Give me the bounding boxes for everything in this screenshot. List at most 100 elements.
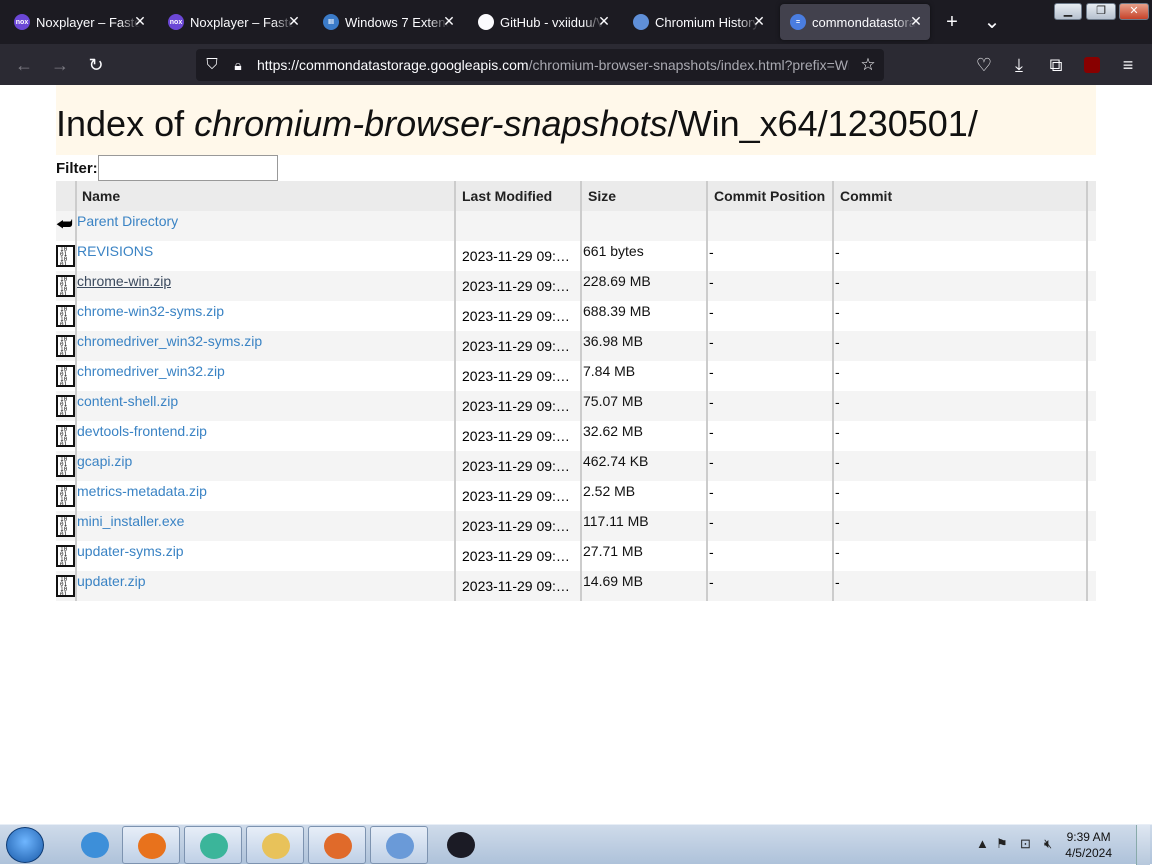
file-row: 10 01 10 01 chromedriver_win32.zip 2023-11… (56, 361, 1096, 391)
file-name-link[interactable]: mini_installer.exe (77, 511, 184, 541)
commit-position: - (709, 484, 714, 500)
column-divider (1086, 181, 1088, 601)
tab-close-icon[interactable]: ✕ (751, 13, 767, 30)
start-button[interactable] (6, 827, 44, 863)
back-icon[interactable]: ← (12, 53, 36, 77)
list-tabs-button[interactable]: ⌄ (978, 10, 1006, 34)
column-header-commit[interactable]: Commit (840, 181, 1090, 211)
taskbar-file-explorer-button[interactable] (246, 826, 304, 864)
file-size: 228.69 MB (583, 273, 651, 289)
file-size: 462.74 KB (583, 453, 649, 469)
binary-file-icon: 10 01 10 01 (56, 245, 75, 267)
tab-close-icon[interactable]: ✕ (286, 13, 302, 30)
url-bar[interactable]: ⛉ 🔒︎ https://commondatastorage.googleapi… (196, 49, 884, 81)
parent-directory-link[interactable]: Parent Directory (77, 211, 178, 241)
navigation-toolbar: ← → ↻ ⛉ 🔒︎ https://commondatastorage.goo… (0, 44, 1152, 85)
tab-3[interactable]: III Windows 7 Extended✕ (313, 4, 463, 40)
column-divider (454, 181, 456, 601)
taskbar-paint-button[interactable] (370, 826, 428, 864)
network-icon[interactable]: ⊡ (1020, 836, 1031, 852)
file-name-link[interactable]: devtools-frontend.zip (77, 421, 207, 451)
file-modified: 2023-11-29 09:… (462, 458, 570, 474)
show-desktop-button[interactable] (1136, 825, 1150, 865)
file-name-link[interactable]: chrome-win32-syms.zip (77, 301, 224, 331)
window-minimize-button[interactable]: ▁ (1054, 3, 1082, 20)
file-row: 10 01 10 01 chrome-win.zip 2023-11-29 09:…… (56, 271, 1096, 301)
file-modified: 2023-11-29 09:… (462, 338, 570, 354)
file-explorer-icon (262, 833, 290, 859)
taskbar-media-button[interactable] (308, 826, 366, 864)
tab-title: Noxplayer – Fastest (190, 14, 294, 30)
new-tab-button[interactable]: + (938, 10, 966, 34)
commit-position: - (709, 274, 714, 290)
tab-5[interactable]: Chromium History ✕ (623, 4, 773, 40)
tab-6[interactable]: = commondatastorage✕ (780, 4, 930, 40)
tab-close-icon[interactable]: ✕ (132, 13, 148, 30)
commit-position: - (709, 514, 714, 530)
menu-icon[interactable]: ≡ (1116, 53, 1140, 77)
window-close-button[interactable]: ✕ (1119, 3, 1149, 20)
file-row: 10 01 10 01 metrics-metadata.zip 2023-11-2… (56, 481, 1096, 511)
tab-close-icon[interactable]: ✕ (908, 13, 924, 30)
tab-1[interactable]: nox Noxplayer – Fastest✕ (4, 4, 154, 40)
taskbar-chat-button[interactable] (184, 826, 242, 864)
tab-4[interactable]: GitHub - vxiiduu/VxKex✕ (468, 4, 618, 40)
tab-close-icon[interactable]: ✕ (441, 13, 457, 30)
lock-icon[interactable]: 🔒︎ (226, 53, 250, 77)
commit-hash: - (835, 394, 840, 410)
page-title: Index of chromium-browser-snapshots/Win_… (56, 103, 978, 144)
file-name-link[interactable]: metrics-metadata.zip (77, 481, 207, 511)
taskbar-internet-explorer-button[interactable] (66, 826, 124, 864)
table-header-row: Name Last Modified Size Commit Position Comm… (56, 181, 1096, 211)
parent-directory-row[interactable]: ⮨ Parent Directory (56, 211, 1096, 241)
ublock-icon[interactable] (1080, 53, 1104, 77)
taskbar-firefox-button[interactable] (122, 826, 180, 864)
forward-icon[interactable]: → (48, 53, 72, 77)
file-name-link[interactable]: updater-syms.zip (77, 541, 184, 571)
binary-file-icon: 10 01 10 01 (56, 425, 75, 447)
file-size: 117.11 MB (583, 513, 649, 529)
window-restore-button[interactable]: ❐ (1086, 3, 1116, 20)
volume-muted-icon[interactable]: 🔇︎ (1044, 836, 1052, 852)
file-size: 661 bytes (583, 243, 644, 259)
file-name-link[interactable]: updater.zip (77, 571, 146, 601)
column-divider (832, 181, 834, 601)
tab-close-icon[interactable]: ✕ (596, 13, 612, 30)
filter-input[interactable] (97, 155, 278, 181)
binary-file-icon: 10 01 10 01 (56, 395, 75, 417)
file-name-link[interactable]: content-shell.zip (77, 391, 178, 421)
commit-hash: - (835, 304, 840, 320)
file-row: 10 01 10 01 chromedriver_win32-syms.zip 20… (56, 331, 1096, 361)
download-icon[interactable]: ⤓ (1007, 53, 1031, 77)
shield-icon[interactable]: ⛉ (200, 53, 224, 77)
file-size: 32.62 MB (583, 423, 643, 439)
commit-hash: - (835, 514, 840, 530)
taskbar-nox-button[interactable] (432, 826, 490, 864)
file-size: 36.98 MB (583, 333, 643, 349)
column-header-name[interactable]: Name (82, 181, 452, 211)
file-name-link[interactable]: REVISIONS (77, 241, 153, 271)
file-name-link[interactable]: chromedriver_win32-syms.zip (77, 331, 262, 361)
column-header-last-modified[interactable]: Last Modified (462, 181, 582, 211)
file-row: 10 01 10 01 REVISIONS 2023-11-29 09:… 661 b… (56, 241, 1096, 271)
tab-2[interactable]: nox Noxplayer – Fastest✕ (158, 4, 308, 40)
pocket-icon[interactable]: ♡ (972, 53, 996, 77)
bookmark-star-icon[interactable]: ☆ (856, 53, 880, 77)
show-hidden-icons-icon[interactable]: ▲ (976, 836, 989, 851)
file-row: 10 01 10 01 updater-syms.zip 2023-11-29 09… (56, 541, 1096, 571)
file-modified: 2023-11-29 09:… (462, 398, 570, 414)
action-center-flag-icon[interactable]: ⚑ (996, 836, 1008, 852)
file-name-link[interactable]: chromedriver_win32.zip (77, 361, 225, 391)
binary-file-icon: 10 01 10 01 (56, 455, 75, 477)
reload-icon[interactable]: ↻ (84, 53, 108, 77)
clock[interactable]: 9:39 AM 4/5/2024 (1065, 829, 1112, 861)
media-icon (324, 833, 352, 859)
extensions-icon[interactable]: ⧉ (1044, 53, 1068, 77)
url-text[interactable]: https://commondatastorage.googleapis.com… (257, 57, 849, 73)
column-header-commit-position[interactable]: Commit Position (714, 181, 834, 211)
file-name-link[interactable]: chrome-win.zip (77, 271, 171, 301)
column-header-size[interactable]: Size (588, 181, 708, 211)
tab-title: Noxplayer – Fastest (36, 14, 140, 30)
binary-file-icon: 10 01 10 01 (56, 575, 75, 597)
file-name-link[interactable]: gcapi.zip (77, 451, 132, 481)
